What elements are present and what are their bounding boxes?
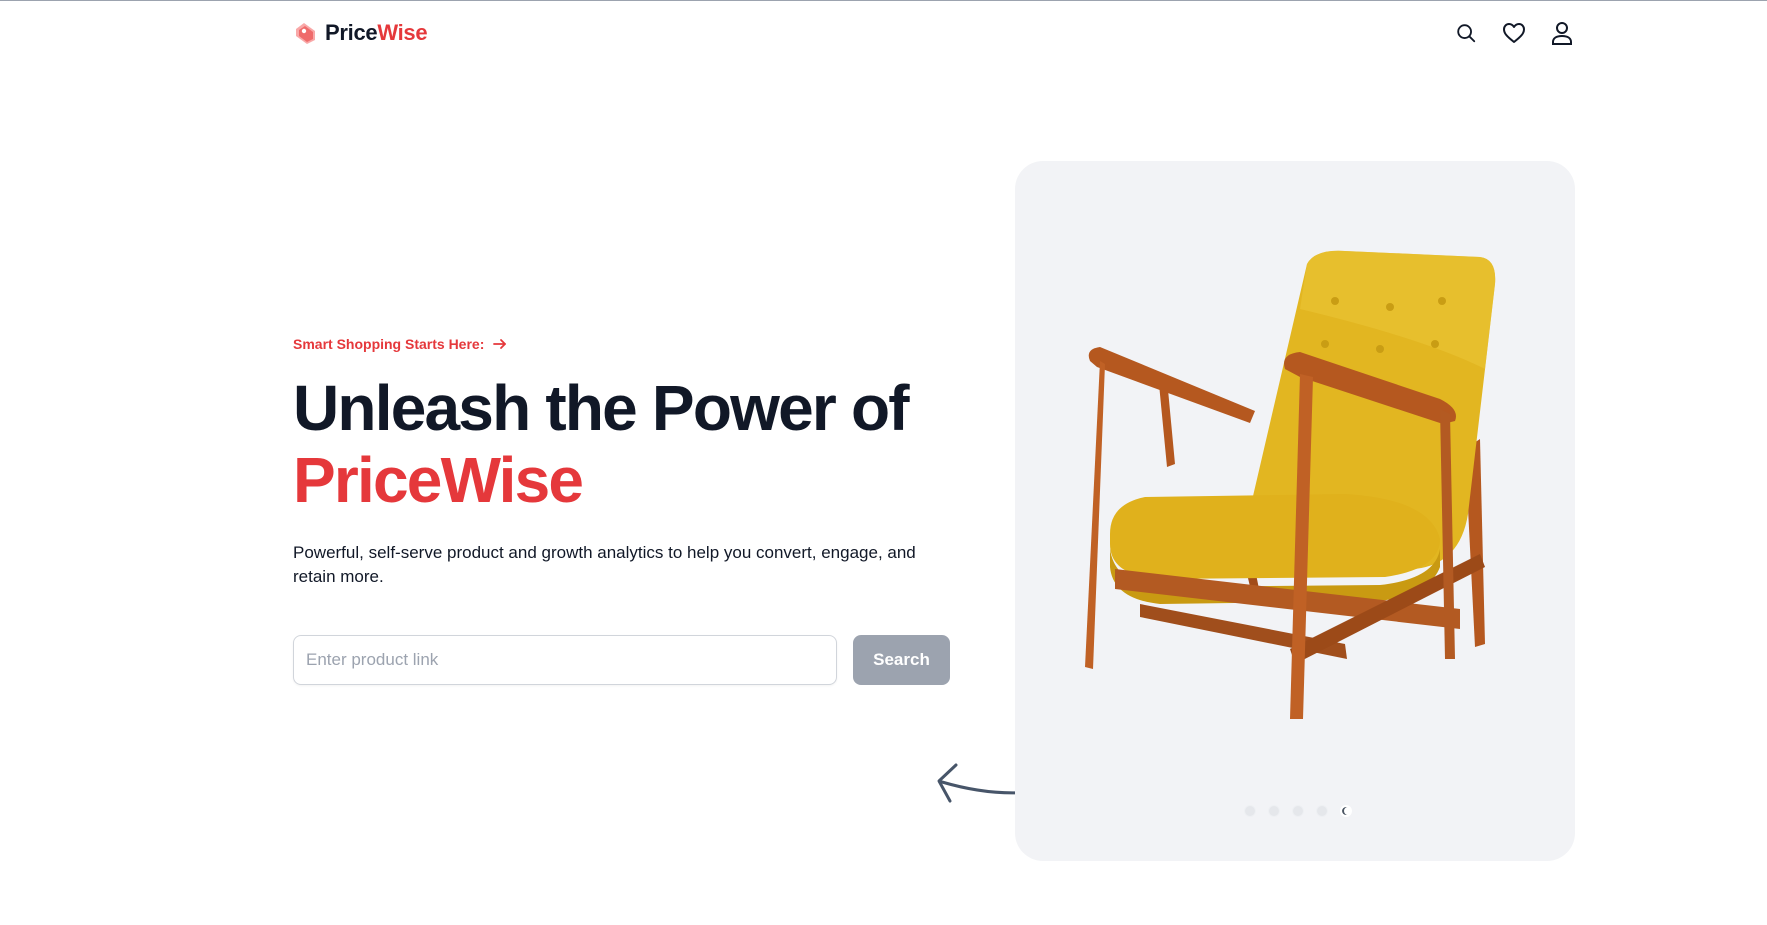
brand-name: PriceWise — [325, 20, 428, 46]
hero-tagline-text: Smart Shopping Starts Here: — [293, 336, 485, 352]
headline-line1: Unleash the Power of — [293, 372, 910, 444]
carousel-dot-1[interactable] — [1243, 805, 1256, 817]
heart-icon[interactable] — [1501, 20, 1527, 46]
nav-icons — [1453, 20, 1575, 46]
carousel-dot-4[interactable] — [1315, 805, 1328, 817]
hero-headline: Unleash the Power of PriceWise — [293, 372, 973, 516]
hero-subtext: Powerful, self-serve product and growth … — [293, 543, 916, 586]
yellow-armchair-image — [1085, 250, 1496, 719]
carousel-pagination — [1015, 805, 1575, 817]
search-button[interactable]: Search — [853, 635, 950, 685]
carousel-dot-2[interactable] — [1267, 805, 1280, 817]
headline-accent: PriceWise — [293, 444, 584, 516]
product-carousel — [1015, 161, 1575, 861]
brand-name-part2: Wise — [377, 20, 428, 45]
navbar: PriceWise — [293, 14, 1575, 52]
arrow-right-icon — [493, 339, 507, 349]
brand-logo-link[interactable]: PriceWise — [293, 20, 428, 46]
top-border — [0, 0, 1767, 1]
carousel-dot-5[interactable] — [1339, 805, 1352, 817]
price-tag-logo-icon — [296, 23, 315, 44]
search-icon[interactable] — [1453, 20, 1479, 46]
search-form: Search — [293, 635, 950, 685]
hero-tagline: Smart Shopping Starts Here: — [293, 336, 508, 352]
user-icon[interactable] — [1549, 20, 1575, 46]
product-link-input[interactable] — [293, 635, 837, 685]
brand-name-part1: Price — [325, 20, 378, 45]
carousel-dot-3[interactable] — [1291, 805, 1304, 817]
